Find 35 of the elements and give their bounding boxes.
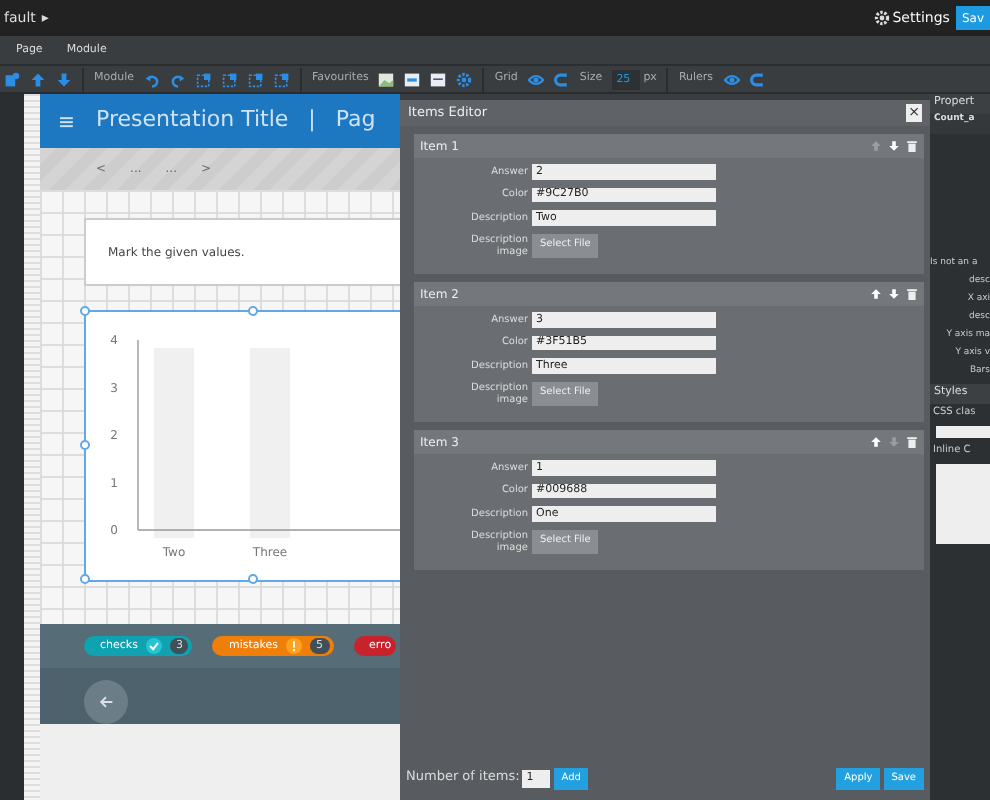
trash-icon[interactable]	[906, 436, 918, 448]
eye-icon[interactable]	[527, 71, 544, 87]
resize-handle[interactable]	[79, 439, 89, 449]
page-add-icon[interactable]	[4, 71, 20, 87]
down-arrow-icon[interactable]	[56, 71, 72, 87]
text-field[interactable]	[936, 425, 990, 437]
redo-icon[interactable]	[170, 71, 186, 87]
down-arrow-icon[interactable]	[888, 140, 900, 152]
title-separator: |	[308, 104, 316, 137]
gear-icon[interactable]	[456, 71, 473, 87]
resize-handle[interactable]	[247, 573, 257, 583]
down-arrow-icon[interactable]	[888, 288, 900, 300]
up-arrow-icon[interactable]	[30, 71, 46, 87]
back-button[interactable]	[84, 680, 128, 724]
undo-icon[interactable]	[144, 71, 160, 87]
presentation-title: Presentation Title	[96, 104, 289, 137]
up-arrow-icon[interactable]	[870, 288, 882, 300]
exclamation-icon	[286, 638, 302, 654]
text-icon[interactable]	[430, 71, 447, 87]
image-icon[interactable]	[378, 71, 395, 87]
left-arrow-icon	[98, 694, 114, 710]
page-title: Pag	[335, 104, 376, 137]
magnet-icon[interactable]	[749, 71, 766, 87]
resize-handle[interactable]	[247, 305, 257, 315]
text-box-icon[interactable]	[404, 71, 421, 87]
trash-icon[interactable]	[906, 140, 918, 152]
eye-icon[interactable]	[723, 71, 740, 87]
gear-icon	[873, 10, 890, 26]
trash-icon[interactable]	[906, 288, 918, 300]
menu-icon[interactable]	[60, 113, 76, 129]
resize-handle[interactable]	[79, 305, 89, 315]
resize-handle[interactable]	[79, 573, 89, 583]
magnet-icon[interactable]	[553, 71, 570, 87]
up-arrow-icon[interactable]	[870, 436, 882, 448]
check-icon	[145, 638, 162, 654]
